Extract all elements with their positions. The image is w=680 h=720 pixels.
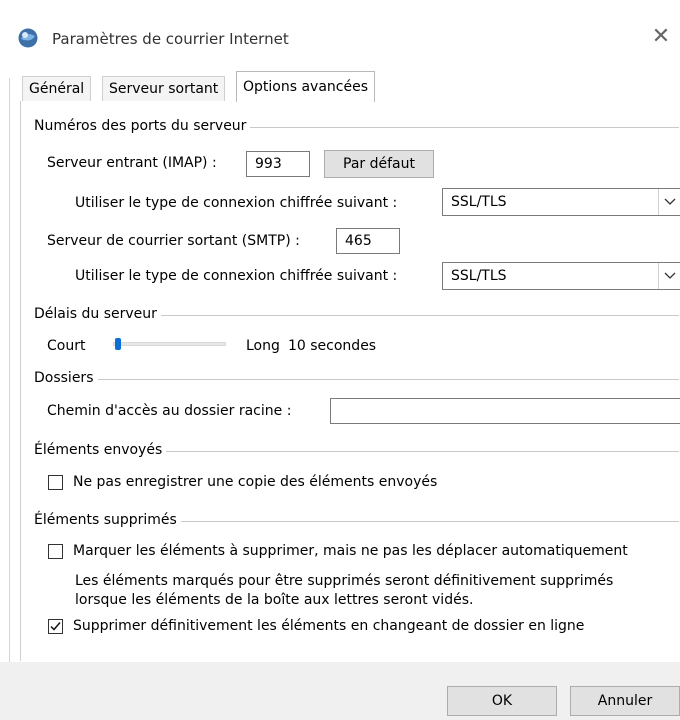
outgoing-encryption-select[interactable]: SSL/TLS: [442, 262, 680, 290]
root-path-input[interactable]: [330, 398, 680, 424]
purge-on-switch-label[interactable]: Supprimer définitivement les éléments en…: [73, 618, 584, 634]
window-left-border: [9, 78, 10, 720]
chevron-down-icon[interactable]: [658, 189, 680, 215]
group-line-folders: [34, 379, 679, 380]
outlook-mail-icon: [17, 27, 39, 49]
no-sent-copy-label[interactable]: Ne pas enregistrer une copie des élément…: [73, 474, 437, 490]
outgoing-port-label: Serveur de courrier sortant (SMTP) :: [47, 233, 300, 249]
tab-general[interactable]: Général: [22, 76, 92, 101]
tab-outgoing-server[interactable]: Serveur sortant: [102, 76, 226, 101]
timeout-value: 10 secondes: [288, 338, 377, 354]
chevron-down-icon[interactable]: [658, 263, 680, 289]
incoming-encryption-value: SSL/TLS: [451, 194, 507, 210]
outgoing-port-input[interactable]: 465: [336, 228, 400, 254]
close-icon[interactable]: ✕: [650, 26, 672, 48]
mark-for-deletion-checkbox[interactable]: [48, 544, 63, 559]
mark-for-deletion-label[interactable]: Marquer les éléments à supprimer, mais n…: [73, 543, 628, 559]
group-label-timeouts: Délais du serveur: [34, 306, 161, 322]
default-ports-button[interactable]: Par défaut: [324, 150, 434, 178]
checkmark-icon: [50, 622, 61, 631]
window-title: Paramètres de courrier Internet: [52, 30, 289, 48]
deletion-note-line-2: lorsque les éléments de la boîte aux let…: [75, 592, 474, 608]
group-label-deleted-items: Éléments supprimés: [34, 512, 181, 528]
timeout-slider-track[interactable]: [113, 342, 226, 346]
no-sent-copy-checkbox[interactable]: [48, 475, 63, 490]
group-label-ports: Numéros des ports du serveur: [34, 118, 251, 134]
incoming-encryption-select[interactable]: SSL/TLS: [442, 188, 680, 216]
cancel-button[interactable]: Annuler: [570, 686, 680, 716]
outgoing-encryption-value: SSL/TLS: [451, 268, 507, 284]
timeout-short-label: Court: [47, 338, 86, 354]
root-path-label: Chemin d'accès au dossier racine :: [47, 403, 292, 419]
incoming-encryption-label: Utiliser le type de connexion chiffrée s…: [75, 195, 398, 211]
purge-on-switch-checkbox[interactable]: [48, 619, 63, 634]
group-label-sent-items: Éléments envoyés: [34, 442, 167, 458]
group-label-folders: Dossiers: [34, 370, 98, 386]
deletion-note-line-1: Les éléments marqués pour être supprimés…: [75, 573, 614, 589]
incoming-port-input[interactable]: 993: [246, 151, 310, 177]
timeout-long-label: Long: [246, 338, 280, 354]
tab-advanced-options[interactable]: Options avancées: [236, 71, 376, 102]
timeout-slider-thumb[interactable]: [115, 338, 122, 350]
incoming-port-label: Serveur entrant (IMAP) :: [47, 155, 217, 171]
outgoing-encryption-label: Utiliser le type de connexion chiffrée s…: [75, 268, 398, 284]
ok-button[interactable]: OK: [447, 686, 557, 716]
